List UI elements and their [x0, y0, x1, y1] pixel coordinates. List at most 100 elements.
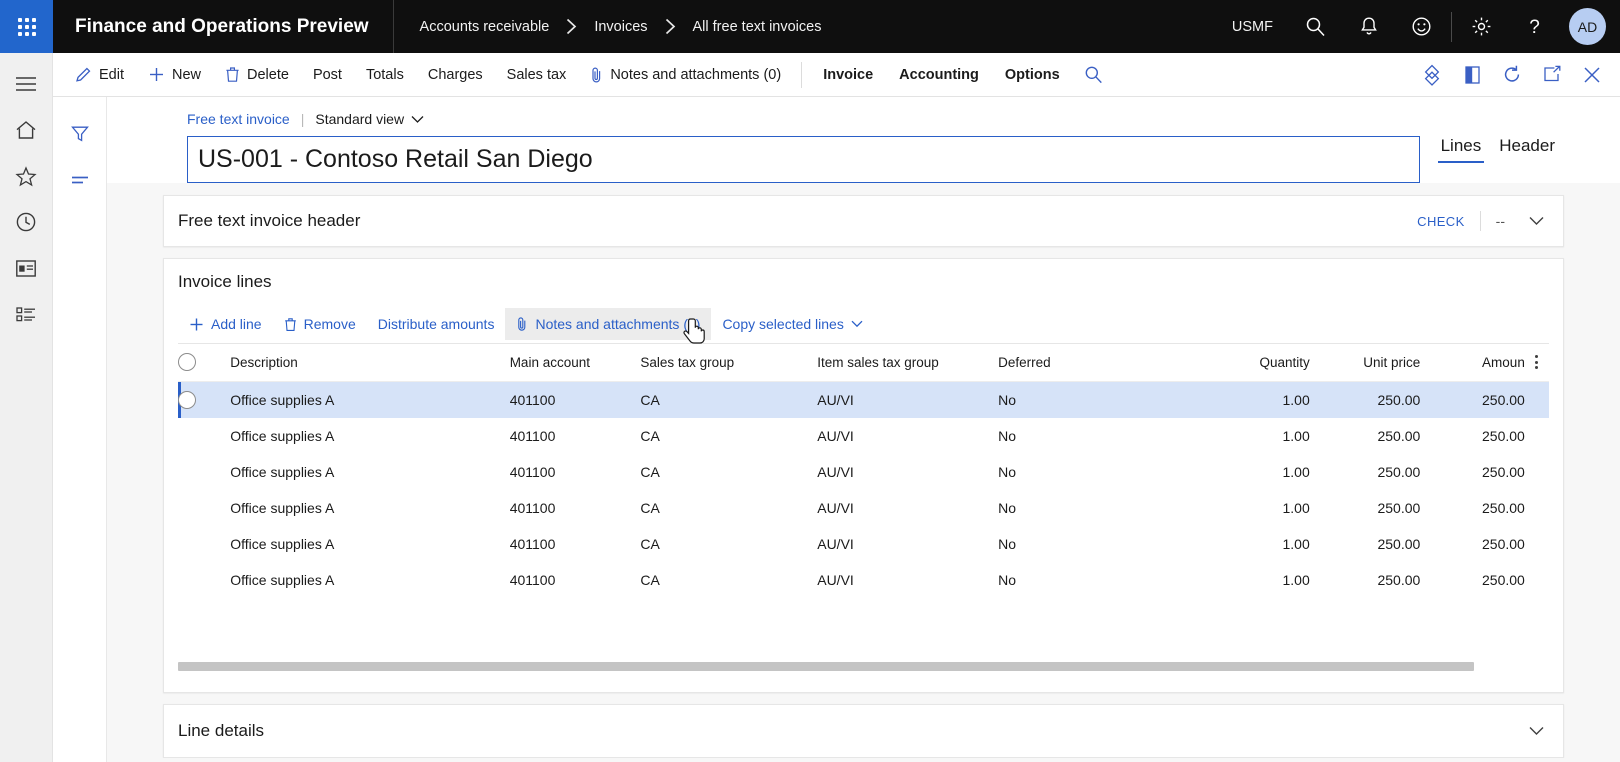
modules-list-icon[interactable] [0, 291, 53, 337]
check-link[interactable]: CHECK [1417, 214, 1465, 229]
cell-unit-price[interactable]: 250.00 [1310, 454, 1421, 490]
cell-item-sales-tax-group[interactable]: AU/VI [817, 454, 998, 490]
notes-and-attachments-button[interactable]: Notes and attachments (0) [578, 53, 793, 97]
table-row[interactable]: Office supplies A 401100 CA AU/VI No 1.0… [178, 418, 1549, 454]
table-row[interactable]: Office supplies A 401100 CA AU/VI No 1.0… [178, 526, 1549, 562]
close-x-icon[interactable] [1572, 53, 1612, 97]
cell-item-sales-tax-group[interactable]: AU/VI [817, 526, 998, 562]
column-header-description[interactable]: Description [230, 344, 509, 382]
section-header[interactable]: Free text invoice header CHECK -- [164, 196, 1563, 246]
row-select-radio[interactable] [178, 391, 196, 409]
cell-quantity[interactable]: 1.00 [1199, 382, 1310, 419]
grid-horizontal-scrollbar[interactable] [178, 660, 1549, 672]
cell-deferred[interactable]: No [998, 418, 1199, 454]
company-selector[interactable]: USMF [1216, 19, 1289, 35]
cell-amount[interactable]: 250.00 [1420, 454, 1525, 490]
tab-header[interactable]: Header [1490, 136, 1564, 163]
row-select-cell[interactable] [178, 526, 230, 562]
column-header-sales-tax-group[interactable]: Sales tax group [640, 344, 817, 382]
feedback-smiley-icon[interactable] [1395, 0, 1448, 53]
cell-sales-tax-group[interactable]: CA [640, 562, 817, 598]
scrollbar-thumb[interactable] [178, 662, 1474, 671]
cell-deferred[interactable]: No [998, 454, 1199, 490]
remove-line-button[interactable]: Remove [273, 308, 367, 340]
table-row[interactable]: Office supplies A 401100 CA AU/VI No 1.0… [178, 382, 1549, 419]
cell-item-sales-tax-group[interactable]: AU/VI [817, 382, 998, 419]
add-line-button[interactable]: Add line [178, 308, 273, 340]
cell-main-account[interactable]: 401100 [510, 418, 641, 454]
cell-quantity[interactable]: 1.00 [1199, 562, 1310, 598]
line-notes-and-attachments-button[interactable]: Notes and attachments (5) [505, 308, 711, 340]
cell-amount[interactable]: 250.00 [1420, 382, 1525, 419]
cell-description[interactable]: Office supplies A [230, 562, 509, 598]
cell-main-account[interactable]: 401100 [510, 490, 641, 526]
cell-description[interactable]: Office supplies A [230, 382, 509, 419]
settings-gear-icon[interactable] [1455, 0, 1508, 53]
column-header-deferred[interactable]: Deferred [998, 344, 1199, 382]
help-question-icon[interactable]: ? [1508, 0, 1561, 53]
workspaces-icon[interactable] [0, 245, 53, 291]
totals-button[interactable]: Totals [354, 53, 416, 97]
table-row[interactable]: Office supplies A 401100 CA AU/VI No 1.0… [178, 490, 1549, 526]
select-all-radio[interactable] [178, 353, 196, 371]
breadcrumb-item-invoices[interactable]: Invoices [594, 19, 647, 35]
copy-selected-lines-button[interactable]: Copy selected lines [711, 308, 873, 340]
home-icon[interactable] [0, 107, 53, 153]
sales-tax-button[interactable]: Sales tax [495, 53, 579, 97]
breadcrumb-item-accounts-receivable[interactable]: Accounts receivable [420, 19, 550, 35]
breadcrumb-item-all-free-text-invoices[interactable]: All free text invoices [693, 19, 822, 35]
cell-quantity[interactable]: 1.00 [1199, 454, 1310, 490]
cell-description[interactable]: Office supplies A [230, 490, 509, 526]
notifications-icon[interactable] [1342, 0, 1395, 53]
tab-lines[interactable]: Lines [1432, 136, 1491, 163]
cell-unit-price[interactable]: 250.00 [1310, 526, 1421, 562]
cell-quantity[interactable]: 1.00 [1199, 490, 1310, 526]
view-selector[interactable]: Standard view [315, 111, 424, 127]
column-header-unit-price[interactable]: Unit price [1310, 344, 1421, 382]
row-select-cell[interactable] [178, 454, 230, 490]
table-row[interactable]: Office supplies A 401100 CA AU/VI No 1.0… [178, 454, 1549, 490]
cell-main-account[interactable]: 401100 [510, 454, 641, 490]
chevron-down-icon[interactable] [1523, 208, 1549, 234]
cell-amount[interactable]: 250.00 [1420, 490, 1525, 526]
search-icon[interactable] [1073, 53, 1115, 97]
post-button[interactable]: Post [301, 53, 354, 97]
popout-window-icon[interactable] [1532, 53, 1572, 97]
cell-quantity[interactable]: 1.00 [1199, 526, 1310, 562]
row-select-cell[interactable] [178, 418, 230, 454]
cell-deferred[interactable]: No [998, 382, 1199, 419]
cell-unit-price[interactable]: 250.00 [1310, 382, 1421, 419]
row-select-cell[interactable] [178, 382, 230, 419]
share-diamond-icon[interactable] [1412, 53, 1452, 97]
cell-deferred[interactable]: No [998, 562, 1199, 598]
tab-accounting[interactable]: Accounting [886, 53, 992, 97]
column-header-main-account[interactable]: Main account [510, 344, 641, 382]
cell-description[interactable]: Office supplies A [230, 526, 509, 562]
form-caption-link[interactable]: Free text invoice [187, 111, 290, 127]
tab-invoice[interactable]: Invoice [810, 53, 886, 97]
edit-button[interactable]: Edit [63, 53, 136, 97]
cell-item-sales-tax-group[interactable]: AU/VI [817, 490, 998, 526]
cell-sales-tax-group[interactable]: CA [640, 382, 817, 419]
cell-item-sales-tax-group[interactable]: AU/VI [817, 562, 998, 598]
section-header[interactable]: Line details [164, 705, 1563, 757]
cell-unit-price[interactable]: 250.00 [1310, 490, 1421, 526]
cell-item-sales-tax-group[interactable]: AU/VI [817, 418, 998, 454]
sort-lines-icon[interactable] [53, 157, 107, 203]
column-header-item-sales-tax-group[interactable]: Item sales tax group [817, 344, 998, 382]
cell-unit-price[interactable]: 250.00 [1310, 418, 1421, 454]
cell-sales-tax-group[interactable]: CA [640, 526, 817, 562]
avatar[interactable]: AD [1569, 8, 1606, 45]
favorites-star-icon[interactable] [0, 153, 53, 199]
refresh-icon[interactable] [1492, 53, 1532, 97]
cell-amount[interactable]: 250.00 [1420, 526, 1525, 562]
cell-deferred[interactable]: No [998, 526, 1199, 562]
cell-main-account[interactable]: 401100 [510, 526, 641, 562]
cell-sales-tax-group[interactable]: CA [640, 454, 817, 490]
search-icon[interactable] [1289, 0, 1342, 53]
cell-main-account[interactable]: 401100 [510, 382, 641, 419]
app-launcher-icon[interactable] [0, 0, 53, 53]
column-header-amount[interactable]: Amoun [1420, 344, 1525, 382]
recent-clock-icon[interactable] [0, 199, 53, 245]
charges-button[interactable]: Charges [416, 53, 495, 97]
